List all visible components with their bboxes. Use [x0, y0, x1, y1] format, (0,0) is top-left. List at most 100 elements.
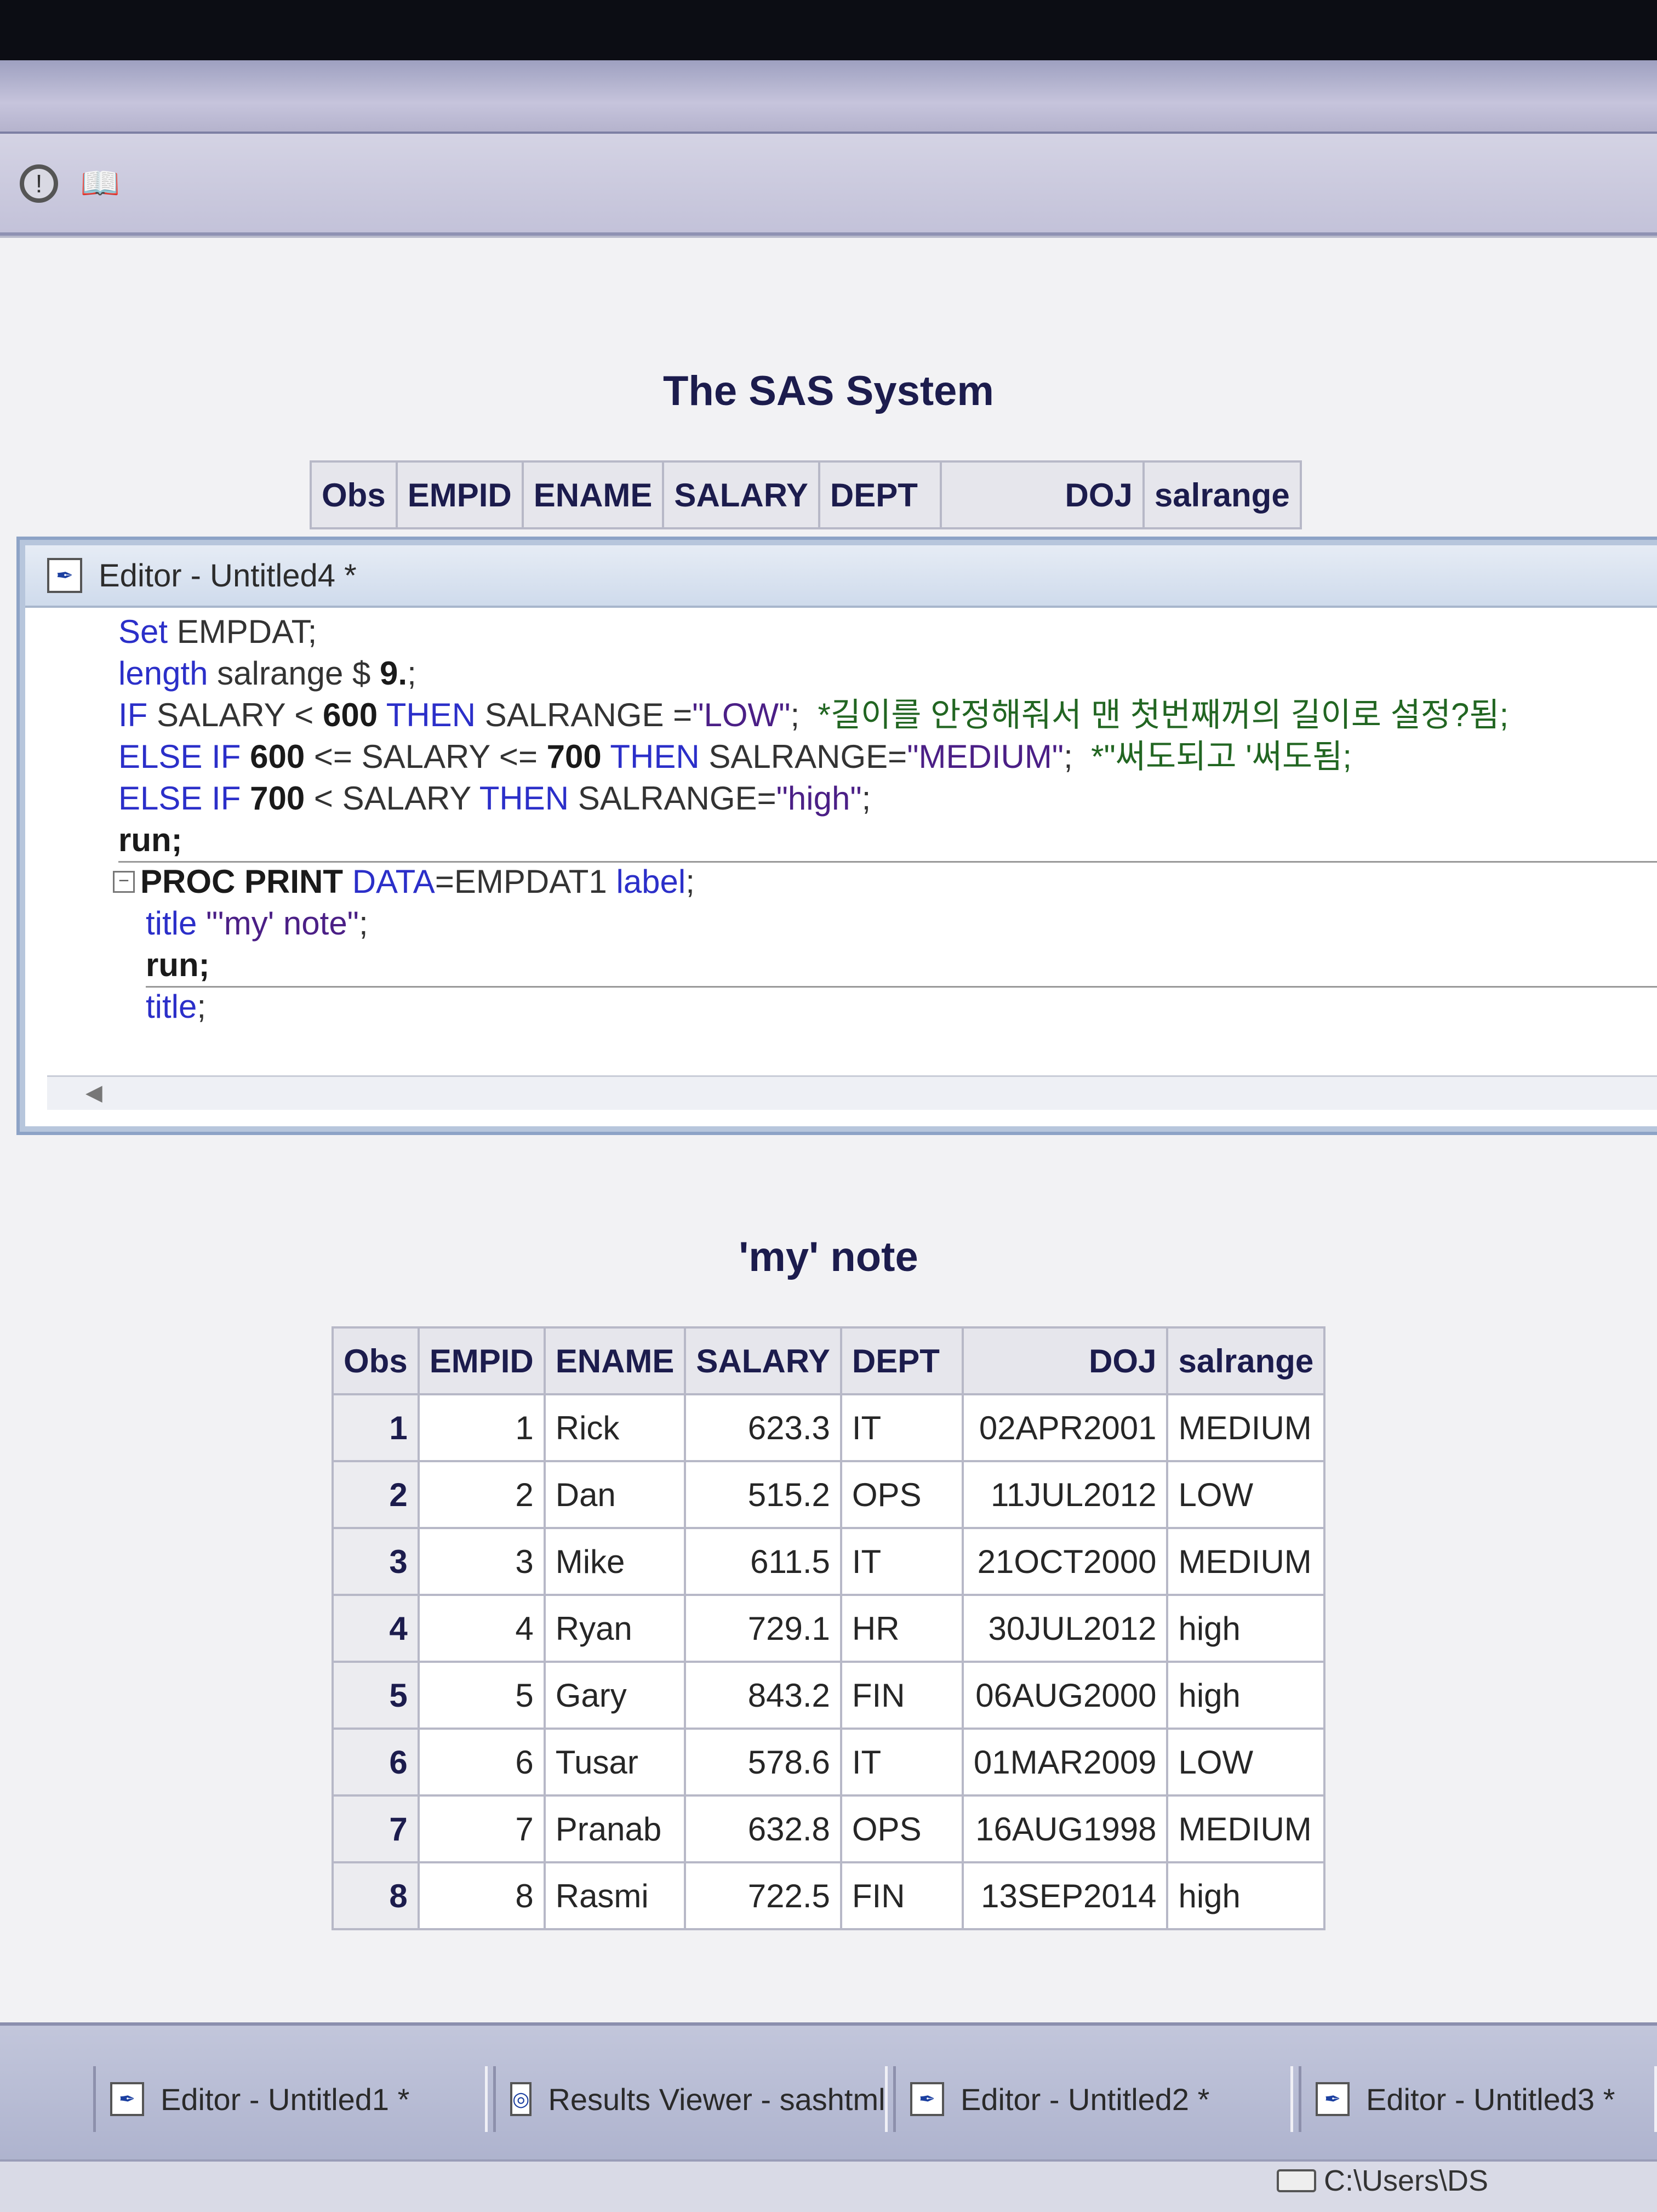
col-header-ename: ENAME — [543, 1326, 687, 1395]
code-editor-area[interactable]: Set EMPDAT; length salrange $ 9.; IF SAL… — [47, 611, 1657, 1066]
code-text: ; — [358, 905, 368, 942]
table-cell-empid: 4 — [417, 1594, 546, 1663]
task-label: Results Viewer - sashtml — [548, 2082, 885, 2117]
code-text: SALRANGE= — [699, 738, 907, 775]
table-cell-ename: Dan — [543, 1460, 687, 1529]
code-text: =EMPDAT1 — [435, 863, 616, 900]
code-string: "LOW" — [692, 697, 791, 733]
code-line-7[interactable]: PROC PRINT DATA=EMPDAT1 label; — [140, 861, 1657, 903]
code-keyword: title — [146, 905, 197, 942]
table-cell-salary: 843.2 — [684, 1661, 842, 1730]
col-header-dept: DEPT — [818, 460, 942, 529]
code-keyword: ELSE IF — [118, 738, 241, 775]
table-cell-salary: 578.6 — [684, 1728, 842, 1797]
horizontal-scrollbar[interactable]: ◀ — [47, 1075, 1657, 1110]
table-cell-dept: IT — [839, 1728, 964, 1797]
page-title-my-note: 'my' note — [739, 1234, 918, 1280]
code-keyword: ELSE IF — [118, 780, 241, 817]
col-header-obs: Obs — [310, 460, 398, 529]
table-cell-doj: 01MAR2009 — [961, 1728, 1169, 1797]
table-cell-salrange: LOW — [1166, 1460, 1326, 1529]
table-header-row: Obs EMPID ENAME SALARY DEPT DOJ salrange — [332, 1326, 1326, 1395]
col-header-salrange: salrange — [1142, 460, 1302, 529]
col-header-salrange: salrange — [1166, 1326, 1326, 1395]
table-cell-dept: OPS — [839, 1794, 964, 1863]
code-keyword-run: run; — [118, 822, 182, 858]
page-title-sas-system: The SAS System — [663, 368, 994, 414]
table-cell-doj: 06AUG2000 — [961, 1661, 1169, 1730]
table-cell-empid: 2 — [417, 1460, 546, 1529]
table-cell-salary: 515.2 — [684, 1460, 842, 1529]
current-directory: C:\Users\DS — [1324, 2164, 1489, 2197]
help-circle-icon[interactable]: ! — [20, 164, 58, 203]
code-line-5[interactable]: ELSE IF 700 < SALARY THEN SALRANGE="high… — [118, 778, 1657, 819]
code-text: SALRANGE = — [476, 697, 693, 733]
table-cell-dept: IT — [839, 1393, 964, 1462]
table-cell-salrange: MEDIUM — [1166, 1527, 1326, 1596]
col-header-ename: ENAME — [521, 460, 665, 529]
task-label: Editor - Untitled1 * — [161, 2082, 410, 2117]
table-row: 2 2 Dan 515.2 OPS 11JUL2012 LOW — [332, 1460, 1326, 1529]
results-viewer-icon: ◎ — [510, 2082, 532, 2116]
code-number: 600 — [241, 738, 305, 775]
table-cell-ename: Tusar — [543, 1728, 687, 1797]
code-number: 700 — [241, 780, 305, 817]
task-editor-untitled1[interactable]: ✒ Editor - Untitled1 * — [93, 2066, 488, 2132]
code-string: "high" — [776, 780, 862, 817]
code-line-3[interactable]: IF SALARY < 600 THEN SALRANGE ="LOW"; *길… — [118, 694, 1657, 736]
code-text: EMPDAT; — [168, 613, 317, 650]
code-line-6[interactable]: run; — [118, 819, 1657, 863]
code-line-1[interactable]: Set EMPDAT; — [118, 611, 1657, 653]
code-line-2[interactable]: length salrange $ 9.; — [118, 653, 1657, 694]
table-row: 5 5 Gary 843.2 FIN 06AUG2000 high — [332, 1661, 1326, 1730]
col-header-doj: DOJ — [961, 1326, 1169, 1395]
book-icon[interactable]: 📖 — [81, 164, 120, 203]
table-cell-dept: HR — [839, 1594, 964, 1663]
code-text: ; — [197, 988, 207, 1025]
code-text: ; — [1064, 738, 1092, 775]
table-cell-doj: 30JUL2012 — [961, 1594, 1169, 1663]
code-string: "MEDIUM" — [907, 738, 1064, 775]
code-keyword: length — [118, 655, 208, 692]
code-keyword: THEN — [601, 738, 700, 775]
table-cell-doj: 21OCT2000 — [961, 1527, 1169, 1596]
table-cell-doj: 16AUG1998 — [961, 1794, 1169, 1863]
table-cell-obs: 7 — [332, 1794, 420, 1863]
col-header-doj: DOJ — [939, 460, 1145, 529]
table-cell-obs: 4 — [332, 1594, 420, 1663]
code-line-9[interactable]: run; — [146, 944, 1657, 988]
code-line-4[interactable]: ELSE IF 600 <= SALARY <= 700 THEN SALRAN… — [118, 736, 1657, 778]
table-cell-ename: Rick — [543, 1393, 687, 1462]
table-cell-salrange: high — [1166, 1861, 1326, 1930]
col-header-empid: EMPID — [395, 460, 524, 529]
col-header-salary: SALARY — [684, 1326, 842, 1395]
code-line-10[interactable]: title; — [146, 986, 1657, 1028]
table-cell-salary: 632.8 — [684, 1794, 842, 1863]
table-cell-doj: 11JUL2012 — [961, 1460, 1169, 1529]
collapse-toggle-icon[interactable]: − — [113, 871, 135, 893]
task-editor-untitled2[interactable]: ✒ Editor - Untitled2 * — [893, 2066, 1293, 2132]
table-cell-salary: 611.5 — [684, 1527, 842, 1596]
table-cell-obs: 1 — [332, 1393, 420, 1462]
editor-title-bar[interactable]: ✒ Editor - Untitled4 * — [25, 545, 1657, 608]
task-editor-untitled3[interactable]: ✒ Editor - Untitled3 * — [1299, 2066, 1657, 2132]
editor-window-icon: ✒ — [910, 2082, 944, 2116]
code-keyword-run: run; — [146, 947, 210, 983]
header-table-top: Obs EMPID ENAME SALARY DEPT DOJ salrange — [310, 460, 1302, 529]
code-keyword: THEN — [378, 697, 476, 733]
table-cell-salary: 623.3 — [684, 1393, 842, 1462]
table-cell-doj: 02APR2001 — [961, 1393, 1169, 1462]
table-cell-salrange: MEDIUM — [1166, 1393, 1326, 1462]
code-keyword: THEN — [479, 780, 569, 817]
code-comment: *"써도되고 '써도됨; — [1091, 738, 1352, 775]
code-text: <= SALARY <= — [305, 738, 547, 775]
scroll-left-icon[interactable]: ◀ — [85, 1080, 102, 1105]
editor-window-icon: ✒ — [1316, 2082, 1350, 2116]
table-cell-ename: Gary — [543, 1661, 687, 1730]
task-label: Editor - Untitled3 * — [1366, 2082, 1615, 2117]
code-comment: *길이를 안정해줘서 맨 첫번째꺼의 길이로 설정?됨; — [818, 697, 1509, 733]
code-line-8[interactable]: title "'my' note"; — [146, 903, 1657, 944]
task-results-viewer[interactable]: ◎ Results Viewer - sashtml — [493, 2066, 888, 2132]
editor-window[interactable]: ✒ Editor - Untitled4 * Set EMPDAT; lengt… — [20, 540, 1657, 1132]
code-number: 700 — [546, 738, 602, 775]
